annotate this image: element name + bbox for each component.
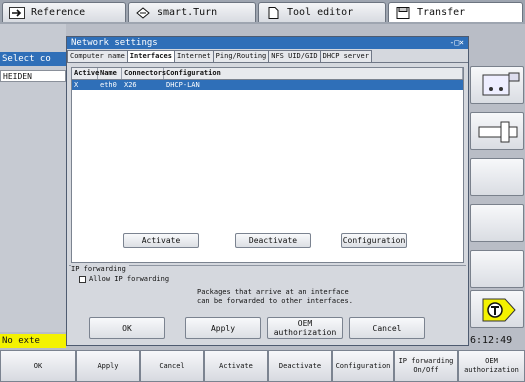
cell-configuration: DHCP-LAN <box>166 81 200 89</box>
deactivate-button[interactable]: Deactivate <box>235 233 311 248</box>
tab-label: Tool editor <box>287 7 354 18</box>
interface-actions: Activate Deactivate Configuration <box>67 233 468 259</box>
softkey-label: Activate <box>219 361 253 370</box>
softkey-oem-authorization[interactable]: OEM authorization <box>458 350 525 382</box>
softkey-label: OEM <box>485 357 498 365</box>
column-header-active[interactable]: Active <box>72 68 99 79</box>
softkey-activate[interactable]: Activate <box>204 350 268 382</box>
hint-line: Packages that arrive at an interface <box>197 288 349 296</box>
heidenhain-entry[interactable]: HEIDEN <box>0 70 66 82</box>
tab-label: Reference <box>31 7 86 18</box>
right-softkey-empty[interactable] <box>470 158 524 196</box>
tab-computer-name[interactable]: Computer name <box>67 50 128 62</box>
softkey-label: IP forwarding <box>398 357 454 365</box>
column-header-connectors[interactable]: Connectors <box>122 68 166 79</box>
tab-dhcp-server[interactable]: DHCP server <box>319 50 372 62</box>
dialog-buttons: OK Apply OEM authorization Cancel <box>67 315 468 345</box>
arrow-right-icon <box>9 6 25 19</box>
cell-active: X <box>74 81 79 89</box>
softkey-cancel[interactable]: Cancel <box>140 350 204 382</box>
cancel-button[interactable]: Cancel <box>349 317 425 339</box>
dialog-title-bar[interactable]: Network settings -□× <box>67 37 468 49</box>
ip-forwarding-group: IP forwarding Allow IP forwarding Packag… <box>69 265 466 309</box>
t-arrow-icon <box>482 298 516 322</box>
softkey-label: Cancel <box>159 361 185 370</box>
tab-transfer[interactable]: Transfer <box>388 2 523 22</box>
oem-label: OEM <box>297 319 313 328</box>
clock: 6:12:49 <box>470 335 513 346</box>
tab-interfaces[interactable]: Interfaces <box>126 50 175 62</box>
tab-tool-editor[interactable]: Tool editor <box>258 2 386 22</box>
allow-ip-forwarding-label[interactable]: Allow IP forwarding <box>89 275 169 283</box>
window-controls[interactable]: -□× <box>450 37 464 49</box>
ip-forwarding-hint: Packages that arrive at an interface can… <box>197 288 397 306</box>
tab-smart-turn[interactable]: smart.Turn <box>128 2 256 22</box>
top-tab-bar: Reference smart.Turn Tool editor Transfe… <box>0 0 525 24</box>
floppy-icon <box>396 6 410 19</box>
column-header-configuration[interactable]: Configuration <box>164 68 463 79</box>
oem-label: authorization <box>273 328 337 337</box>
configuration-button[interactable]: Configuration <box>341 233 407 248</box>
select-strip: Select co <box>0 52 66 66</box>
tab-nfs-uid-gid[interactable]: NFS UID/GID <box>268 50 321 62</box>
softkey-label: Configuration <box>335 361 391 370</box>
table-header: Active Name Connectors Configuration <box>72 68 463 80</box>
allow-ip-forwarding-checkbox[interactable] <box>79 276 86 283</box>
diamond-arrows-icon <box>136 6 150 19</box>
softkey-apply[interactable]: Apply <box>76 350 140 382</box>
ok-button[interactable]: OK <box>89 317 165 339</box>
oem-authorization-button[interactable]: OEM authorization <box>267 317 343 339</box>
softkey-configuration[interactable]: Configuration <box>332 350 394 382</box>
hint-line: can be forwarded to other interfaces. <box>197 297 353 305</box>
softkey-label: Apply <box>97 361 119 370</box>
tab-internet[interactable]: Internet <box>173 50 214 62</box>
column-header-name[interactable]: Name <box>98 68 122 79</box>
tool-holder-button[interactable] <box>470 112 524 150</box>
tab-underline <box>67 62 468 63</box>
right-softkey-empty[interactable] <box>470 250 524 288</box>
ip-forwarding-title: IP forwarding <box>71 265 129 273</box>
tab-label: smart.Turn <box>157 7 218 18</box>
settings-tabs: Computer name Interfaces Internet Ping/R… <box>67 50 468 62</box>
softkey-deactivate[interactable]: Deactivate <box>268 350 332 382</box>
machine-icon <box>482 72 520 96</box>
right-softkey-t-button[interactable] <box>470 290 524 328</box>
cell-connectors: X26 <box>124 81 137 89</box>
softkey-label: OK <box>33 361 43 370</box>
cell-name: eth0 <box>100 81 117 89</box>
softkey-ip-forwarding[interactable]: IP forwarding On/Off <box>394 350 458 382</box>
document-icon <box>268 6 279 19</box>
softkey-label: authorization <box>464 366 519 374</box>
heiden-label: HEIDEN <box>3 72 32 81</box>
softkey-label: On/Off <box>413 366 439 374</box>
softkey-label: Deactivate <box>278 361 322 370</box>
network-settings-dialog: Network settings -□× Computer name Inter… <box>66 36 469 346</box>
activate-button[interactable]: Activate <box>123 233 199 248</box>
softkey-bar: OK Apply Cancel Activate Deactivate Conf… <box>0 350 525 382</box>
right-softkey-empty[interactable] <box>470 204 524 242</box>
tab-label: Transfer <box>417 7 466 18</box>
tab-ping-routing[interactable]: Ping/Routing <box>212 50 270 62</box>
softkey-ok[interactable]: OK <box>0 350 76 382</box>
tab-reference[interactable]: Reference <box>2 2 126 22</box>
apply-button[interactable]: Apply <box>185 317 261 339</box>
tool-holder-icon <box>478 121 518 143</box>
table-row[interactable]: X eth0 X26 DHCP-LAN <box>72 80 463 90</box>
machine-icon-button[interactable] <box>470 66 524 104</box>
status-no-external: No exte <box>0 334 66 348</box>
dialog-title: Network settings <box>71 38 158 48</box>
